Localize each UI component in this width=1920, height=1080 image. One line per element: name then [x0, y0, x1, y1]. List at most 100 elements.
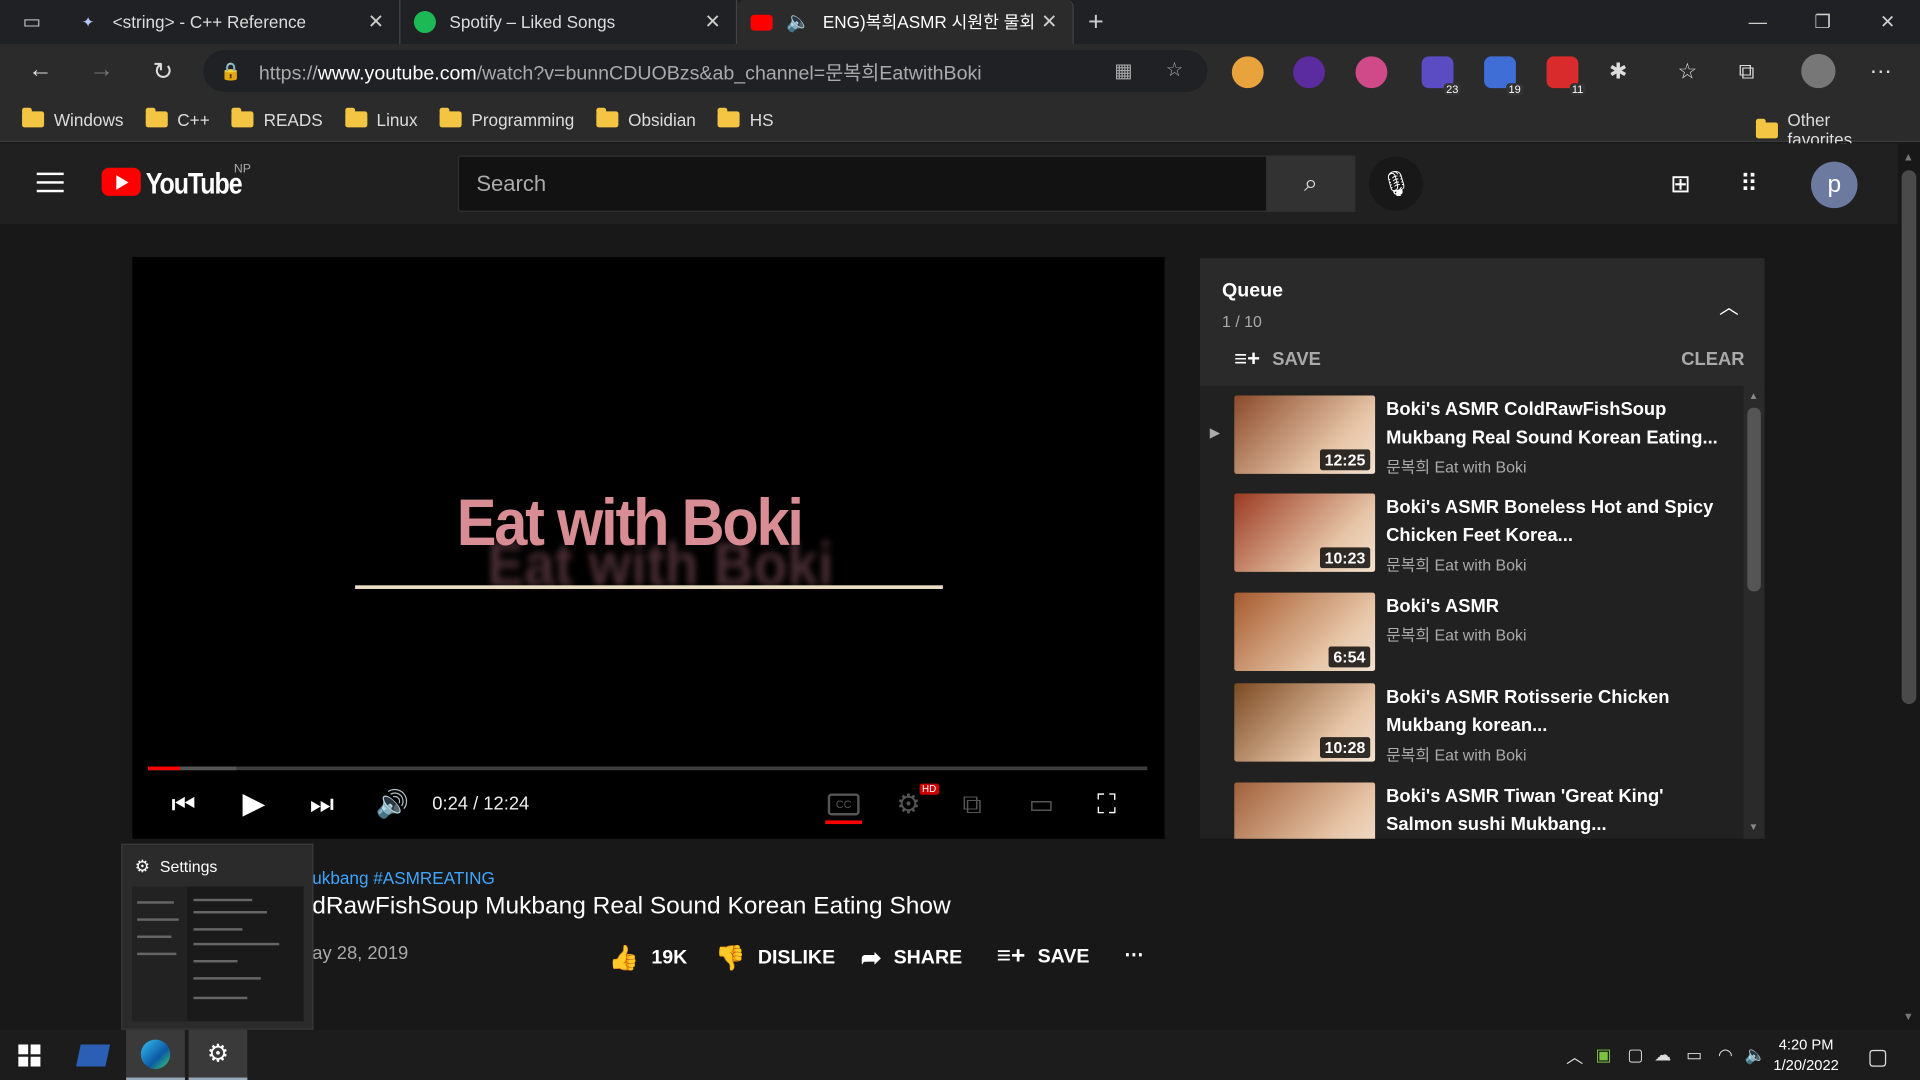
video-player[interactable]: Eat with Boki Eat with Boki ⏮ ▶ ⏭ 🔊 0:24…	[132, 257, 1165, 839]
edge-app[interactable]	[126, 1029, 185, 1080]
tab-cpp-reference[interactable]: ✦ <string> - C++ Reference ✕	[64, 0, 401, 45]
scrollbar-thumb[interactable]	[1901, 170, 1917, 705]
video-hashtags[interactable]: ukbang #ASMREATING	[312, 868, 495, 888]
apps-grid-icon[interactable]: ⠿	[1740, 169, 1758, 200]
queue-item[interactable]: 10:23 Boki's ASMR Boneless Hot and Spicy …	[1200, 484, 1744, 577]
miniplayer-icon[interactable]: ⧉	[962, 789, 981, 821]
share-button[interactable]: ➦ SHARE	[861, 943, 962, 974]
scroll-up-arrow[interactable]: ▲	[1749, 391, 1759, 402]
queue-item-channel[interactable]: 문복희 Eat with Boki	[1386, 454, 1526, 477]
queue-item-title[interactable]: Boki's ASMR	[1386, 593, 1724, 621]
page-scrollbar[interactable]: ▲ ▼	[1897, 143, 1920, 1030]
tab-spotify[interactable]: Spotify – Liked Songs ✕	[400, 0, 738, 45]
nvidia-tray-icon[interactable]: ▣	[1596, 1044, 1612, 1065]
bookmark-folder[interactable]: Linux	[344, 107, 418, 129]
refresh-button[interactable]: ↻	[132, 56, 193, 87]
close-icon[interactable]: ✕	[702, 10, 724, 34]
settings-gear-icon[interactable]: ⚙	[896, 789, 920, 821]
more-icon[interactable]: ⋯	[1870, 59, 1892, 85]
onedrive-icon[interactable]: ☁	[1654, 1044, 1671, 1065]
next-icon[interactable]: ⏭	[310, 789, 334, 821]
start-button[interactable]	[0, 1030, 59, 1080]
youtube-logo-text[interactable]: YouTube	[146, 168, 243, 202]
queue-scrollbar[interactable]: ▲ ▼	[1743, 385, 1765, 839]
bookmark-folder[interactable]: Programming	[439, 107, 574, 129]
minimize-button[interactable]: —	[1725, 0, 1790, 44]
queue-item-title[interactable]: Boki's ASMR ColdRawFishSoup Mukbang Real…	[1386, 396, 1724, 452]
ext-pink-icon[interactable]	[1355, 56, 1388, 89]
captions-button[interactable]: CC	[827, 793, 860, 816]
queue-item-channel[interactable]: 문복희 Eat with Boki	[1386, 742, 1526, 765]
close-icon[interactable]: ✕	[1038, 10, 1060, 34]
back-button[interactable]: ←	[10, 56, 71, 84]
play-icon[interactable]: ▶	[242, 786, 265, 822]
bookmark-folder[interactable]: Obsidian	[596, 107, 696, 129]
save-button[interactable]: ≡+ SAVE	[997, 943, 1090, 971]
menu-icon[interactable]	[36, 172, 64, 193]
new-tab-button[interactable]: +	[1074, 0, 1118, 44]
queue-item-channel[interactable]: 문복희 Eat with Boki	[1386, 622, 1526, 645]
extensions-icon[interactable]: ✱	[1609, 59, 1627, 85]
forward-button[interactable]: →	[71, 56, 132, 84]
more-actions-button[interactable]: ⋯	[1124, 943, 1144, 967]
queue-item-title[interactable]: Boki's ASMR Rotisserie Chicken Mukbang k…	[1386, 683, 1724, 739]
queue-item[interactable]: 10:28 Boki's ASMR Rotisserie Chicken Mukb…	[1200, 673, 1744, 766]
powershell-app[interactable]	[64, 1030, 123, 1080]
video-thumbnail[interactable]: 6:54	[1234, 592, 1376, 672]
video-thumbnail[interactable]: 10:23	[1234, 493, 1376, 572]
queue-save-button[interactable]: ≡+ SAVE	[1234, 347, 1321, 373]
tab-youtube[interactable]: 🔈 ENG)복희ASMR 시원한 물회 ✕	[737, 0, 1074, 45]
scroll-up-arrow[interactable]: ▲	[1903, 151, 1914, 163]
bookmark-folder[interactable]: C++	[145, 107, 210, 129]
add-favorite-icon[interactable]: ☆	[1166, 58, 1184, 82]
youtube-logo-icon[interactable]	[101, 167, 141, 196]
queue-item-title[interactable]: Boki's ASMR Tiwan 'Great King' Salmon su…	[1386, 782, 1724, 838]
address-bar[interactable]: 🔒 https://www.youtube.com/watch?v=bunnCD…	[203, 50, 1208, 92]
scrollbar-thumb[interactable]	[1747, 407, 1761, 592]
system-clock[interactable]: 4:20 PM 1/20/2022	[1763, 1035, 1849, 1077]
bookmark-folder[interactable]: READS	[231, 107, 323, 129]
search-input[interactable]: Search	[457, 155, 1268, 212]
previous-icon[interactable]: ⏮	[171, 789, 195, 821]
video-thumbnail[interactable]: 10:28	[1234, 683, 1376, 762]
profile-icon[interactable]	[1801, 53, 1836, 89]
video-thumbnail[interactable]	[1234, 782, 1376, 839]
chevron-up-icon[interactable]: ︿	[1719, 290, 1739, 319]
speaker-icon[interactable]: 🔈	[786, 10, 810, 34]
bookmark-folder[interactable]: HS	[717, 107, 774, 129]
scroll-down-arrow[interactable]: ▼	[1903, 1010, 1914, 1022]
queue-item[interactable]: Boki's ASMR Tiwan 'Great King' Salmon su…	[1200, 773, 1744, 839]
close-window-button[interactable]: ✕	[1855, 0, 1920, 44]
settings-app[interactable]: ⚙	[188, 1029, 248, 1080]
ext-purple-icon[interactable]	[1293, 56, 1325, 89]
queue-item[interactable]: ▶ 12:25 Boki's ASMR ColdRawFishSoup Mukban…	[1200, 386, 1744, 479]
tab-actions-icon[interactable]: ▭	[0, 0, 64, 44]
search-button[interactable]: ⌕	[1266, 155, 1356, 212]
wifi-icon[interactable]: ◠	[1718, 1044, 1733, 1065]
ext-blue-s-icon[interactable]: 23	[1421, 56, 1461, 96]
close-icon[interactable]: ✕	[365, 10, 387, 34]
volume-icon[interactable]: 🔊	[376, 789, 410, 821]
progress-bar[interactable]	[148, 766, 1148, 771]
queue-item-title[interactable]: Boki's ASMR Boneless Hot and Spicy Chick…	[1386, 493, 1724, 549]
restore-button[interactable]: ❐	[1790, 0, 1855, 44]
notifications-icon[interactable]: ▢	[1867, 1044, 1888, 1070]
chevron-up-icon[interactable]: ︿	[1566, 1044, 1583, 1068]
favorites-icon[interactable]: ☆	[1678, 59, 1698, 85]
lock-icon[interactable]: 🔒	[220, 61, 241, 82]
battery-icon[interactable]: ▭	[1686, 1044, 1702, 1065]
ext-red-badge-icon[interactable]: 11	[1546, 56, 1586, 96]
voice-search-button[interactable]: 🎙	[1368, 156, 1423, 211]
dislike-button[interactable]: 👎 DISLIKE	[715, 943, 835, 974]
video-thumbnail[interactable]: 12:25	[1234, 395, 1376, 474]
queue-item[interactable]: 6:54 Boki's ASMR 문복희 Eat with Boki	[1200, 583, 1744, 676]
camera-tray-icon[interactable]: ▢	[1627, 1044, 1643, 1065]
theater-mode-icon[interactable]: ▭	[1029, 789, 1054, 821]
bookmark-folder[interactable]: Windows	[22, 107, 123, 129]
taskbar-thumbnail-preview[interactable]: ⚙ Settings	[121, 843, 314, 1030]
create-video-icon[interactable]: ⊞	[1670, 169, 1691, 200]
ext-orange-icon[interactable]	[1231, 56, 1264, 89]
scroll-down-arrow[interactable]: ▼	[1749, 822, 1759, 833]
fullscreen-icon[interactable]: ⛶	[1097, 789, 1116, 821]
ext-blue-hat-icon[interactable]: 19	[1484, 56, 1524, 96]
